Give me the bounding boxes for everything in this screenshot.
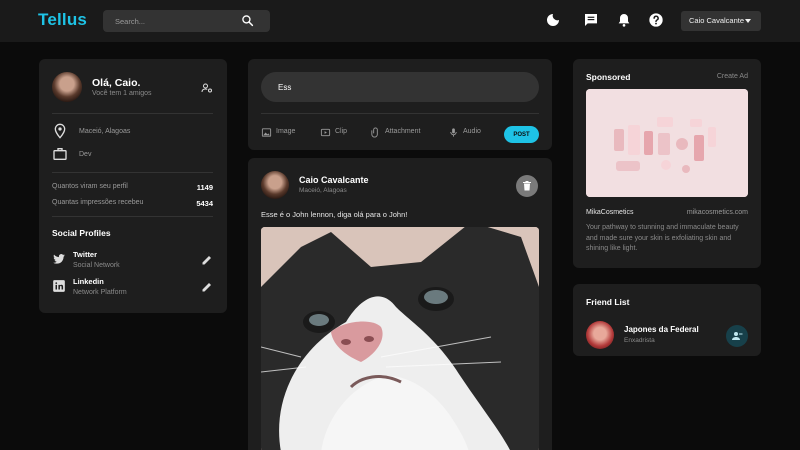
stat-profile-views-value: 1149 — [196, 183, 213, 192]
search-input[interactable] — [115, 13, 235, 29]
briefcase-icon — [53, 148, 67, 160]
microphone-icon — [450, 128, 457, 137]
post-input[interactable] — [261, 72, 539, 102]
chat-icon[interactable] — [583, 12, 599, 28]
twitter-icon[interactable] — [52, 252, 66, 266]
manage-accounts-icon[interactable] — [201, 82, 213, 94]
paperclip-icon — [371, 127, 378, 138]
moon-icon[interactable] — [545, 12, 561, 28]
edit-pencil-icon[interactable] — [201, 254, 213, 266]
post-author-name[interactable]: Caio Cavalcante — [299, 175, 369, 185]
stat-impressions-label: Quantas impressões recebeu — [52, 199, 144, 206]
social-linkedin-name[interactable]: Linkedin — [73, 277, 104, 286]
person-remove-icon — [732, 332, 743, 340]
post-author-avatar[interactable] — [261, 171, 289, 199]
divider — [52, 172, 213, 173]
social-twitter-name[interactable]: Twitter — [73, 250, 97, 259]
sponsored-description: Your pathway to stunning and immaculate … — [586, 224, 739, 252]
divider — [52, 216, 213, 217]
friend-list-card: Friend List Japones da Federal Enxadrist… — [573, 284, 761, 356]
attach-file-label: Attachment — [385, 128, 421, 135]
chevron-down-icon — [745, 19, 751, 23]
post-button[interactable]: POST — [504, 126, 539, 143]
image-icon — [261, 128, 272, 137]
attach-image-label: Image — [276, 128, 296, 135]
post-composer: Image Clip Attachment Audio POST — [248, 59, 552, 150]
user-name: Caio Cavalcante — [689, 16, 745, 25]
remove-friend-button[interactable] — [726, 325, 748, 347]
friend-subtitle: Enxadrista — [624, 337, 655, 344]
attach-audio-label: Audio — [463, 128, 481, 135]
avatar[interactable] — [52, 72, 82, 102]
bell-icon[interactable] — [616, 12, 632, 28]
create-ad-link[interactable]: Create Ad — [717, 73, 748, 80]
cat-photo — [261, 227, 539, 450]
social-twitter-sub: Social Network — [73, 262, 120, 269]
profile-greeting: Olá, Caio. — [92, 77, 141, 89]
divider — [52, 113, 213, 114]
trash-icon — [523, 181, 531, 191]
post-location: Maceió, Alagoas — [299, 187, 347, 194]
profile-occupation: Dev — [79, 151, 92, 158]
sponsored-url[interactable]: mikacosmetics.com — [687, 209, 748, 216]
user-dropdown[interactable]: Caio Cavalcante — [681, 11, 761, 31]
sponsored-brand[interactable]: MikaCosmetics — [586, 209, 633, 216]
feed-post: Caio Cavalcante Maceió, Alagoas Esse é o… — [248, 158, 552, 450]
post-text: Esse é o John lennon, diga olá para o Jo… — [261, 210, 408, 219]
clip-icon — [320, 128, 331, 137]
friend-name[interactable]: Japones da Federal — [624, 325, 699, 334]
friends-count: Você tem 1 amigos — [92, 90, 152, 97]
stat-profile-views-label: Quantos viram seu perfil — [52, 183, 128, 190]
edit-pencil-icon[interactable] — [201, 281, 213, 293]
stat-impressions-value: 5434 — [196, 199, 213, 208]
app-logo[interactable]: Tellus — [38, 10, 87, 30]
sponsored-title: Sponsored — [586, 72, 631, 82]
linkedin-icon[interactable] — [52, 279, 66, 293]
attach-clip-label: Clip — [335, 128, 348, 135]
post-image[interactable] — [261, 227, 539, 450]
sponsored-card: Sponsored Create Ad MikaCosmetics mikaco… — [573, 59, 761, 268]
search-icon[interactable] — [241, 14, 254, 27]
cosmetics-photo — [586, 89, 748, 197]
profile-location: Maceió, Alagoas — [79, 128, 131, 135]
friend-list-title: Friend List — [586, 297, 630, 307]
search-box[interactable] — [103, 10, 270, 32]
social-profiles-title: Social Profiles — [52, 228, 111, 238]
delete-post-button[interactable] — [516, 175, 538, 197]
help-icon[interactable] — [648, 12, 664, 28]
friend-avatar[interactable] — [586, 321, 614, 349]
sponsored-image[interactable] — [586, 89, 748, 197]
social-linkedin-sub: Network Platform — [73, 289, 127, 296]
profile-card: Olá, Caio. Você tem 1 amigos Maceió, Ala… — [39, 59, 227, 313]
location-pin-icon — [54, 123, 66, 139]
top-navbar: Tellus Caio Cavalcante — [0, 0, 800, 42]
divider — [261, 113, 539, 114]
